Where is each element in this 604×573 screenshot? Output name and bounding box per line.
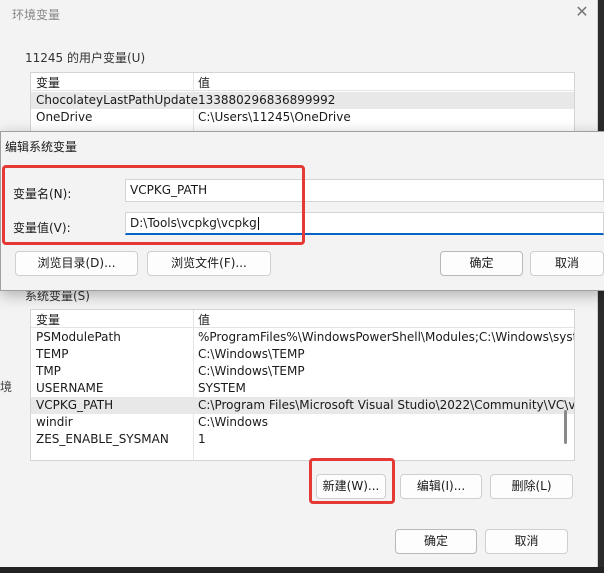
desktop-strip — [0, 567, 604, 573]
user-variables-label: 11245 的用户变量(U) — [25, 51, 146, 65]
list-header: 变量 值 — [31, 73, 574, 91]
variable-name: windir — [36, 415, 73, 429]
delete-button[interactable]: 删除(L) — [490, 474, 573, 499]
vertical-scrollbar[interactable] — [564, 410, 567, 444]
table-row[interactable]: windir C:\Windows — [31, 414, 574, 431]
system-variables-list[interactable]: 变量 值 PSModulePath %ProgramFiles%\Windows… — [30, 309, 575, 461]
variable-value: C:\Windows\TEMP — [198, 347, 305, 361]
text-caret — [257, 217, 259, 230]
variable-value: C:\Program Files\Microsoft Visual Studio… — [198, 398, 575, 412]
column-header-value[interactable]: 值 — [198, 311, 210, 328]
variable-value: 133880296836899992 — [198, 93, 336, 107]
table-row[interactable]: TEMP C:\Windows\TEMP — [31, 346, 574, 363]
variable-name: TMP — [36, 364, 61, 378]
edit-system-variable-dialog: 编辑系统变量 变量名(N): VCPKG_PATH 变量值(V): D:\Too… — [0, 131, 604, 291]
variable-name: ZES_ENABLE_SYSMAN — [36, 432, 169, 446]
variable-name: PSModulePath — [36, 330, 121, 344]
variable-name: VCPKG_PATH — [36, 398, 114, 412]
variable-name-field[interactable]: VCPKG_PATH — [125, 179, 604, 202]
window-title: 环境变量 — [12, 8, 61, 22]
dialog-title: 编辑系统变量 — [5, 140, 78, 154]
ok-button[interactable]: 确定 — [395, 529, 477, 554]
table-row[interactable]: ChocolateyLastPathUpdate 133880296836899… — [31, 92, 574, 109]
dialog-cancel-button[interactable]: 取消 — [530, 251, 604, 276]
variable-name-value: VCPKG_PATH — [130, 183, 208, 197]
variable-value: %ProgramFiles%\WindowsPowerShell\Modules… — [198, 330, 575, 344]
variable-name: OneDrive — [36, 110, 93, 124]
variable-name: USERNAME — [36, 381, 104, 395]
list-header: 变量 值 — [31, 310, 574, 328]
column-header-value[interactable]: 值 — [198, 74, 210, 91]
variable-value: C:\Windows — [198, 415, 269, 429]
column-header-name[interactable]: 变量 — [36, 74, 60, 91]
close-icon[interactable]: ✕ — [572, 2, 592, 22]
variable-value-text: D:\Tools\vcpkg\vcpkg — [130, 216, 257, 230]
variable-value-label: 变量值(V): — [13, 221, 71, 235]
table-row[interactable]: OneDrive C:\Users\11245\OneDrive — [31, 109, 574, 126]
variable-value: C:\Users\11245\OneDrive — [198, 110, 351, 124]
new-button[interactable]: 新建(W)... — [316, 474, 386, 499]
variable-name-label: 变量名(N): — [13, 187, 72, 201]
variable-value: C:\Windows\TEMP — [198, 364, 305, 378]
background-window-edge-text: 境 — [0, 380, 13, 394]
table-row[interactable]: VCPKG_PATH C:\Program Files\Microsoft Vi… — [31, 397, 574, 414]
variable-name: ChocolateyLastPathUpdate — [36, 93, 198, 107]
table-row[interactable]: TMP C:\Windows\TEMP — [31, 363, 574, 380]
browse-file-button[interactable]: 浏览文件(F)... — [147, 251, 271, 276]
variable-value: 1 — [198, 432, 206, 446]
dialog-ok-button[interactable]: 确定 — [440, 251, 523, 276]
table-row[interactable]: ZES_ENABLE_SYSMAN 1 — [31, 431, 574, 448]
variable-value: SYSTEM — [198, 381, 246, 395]
variable-name: TEMP — [36, 347, 69, 361]
table-row[interactable]: USERNAME SYSTEM — [31, 380, 574, 397]
table-row[interactable]: PSModulePath %ProgramFiles%\WindowsPower… — [31, 329, 574, 346]
browse-directory-button[interactable]: 浏览目录(D)... — [15, 251, 138, 276]
cancel-button[interactable]: 取消 — [485, 529, 568, 554]
column-header-name[interactable]: 变量 — [36, 311, 60, 328]
edit-button[interactable]: 编辑(I)... — [400, 474, 482, 499]
variable-value-field[interactable]: D:\Tools\vcpkg\vcpkg — [125, 212, 604, 235]
